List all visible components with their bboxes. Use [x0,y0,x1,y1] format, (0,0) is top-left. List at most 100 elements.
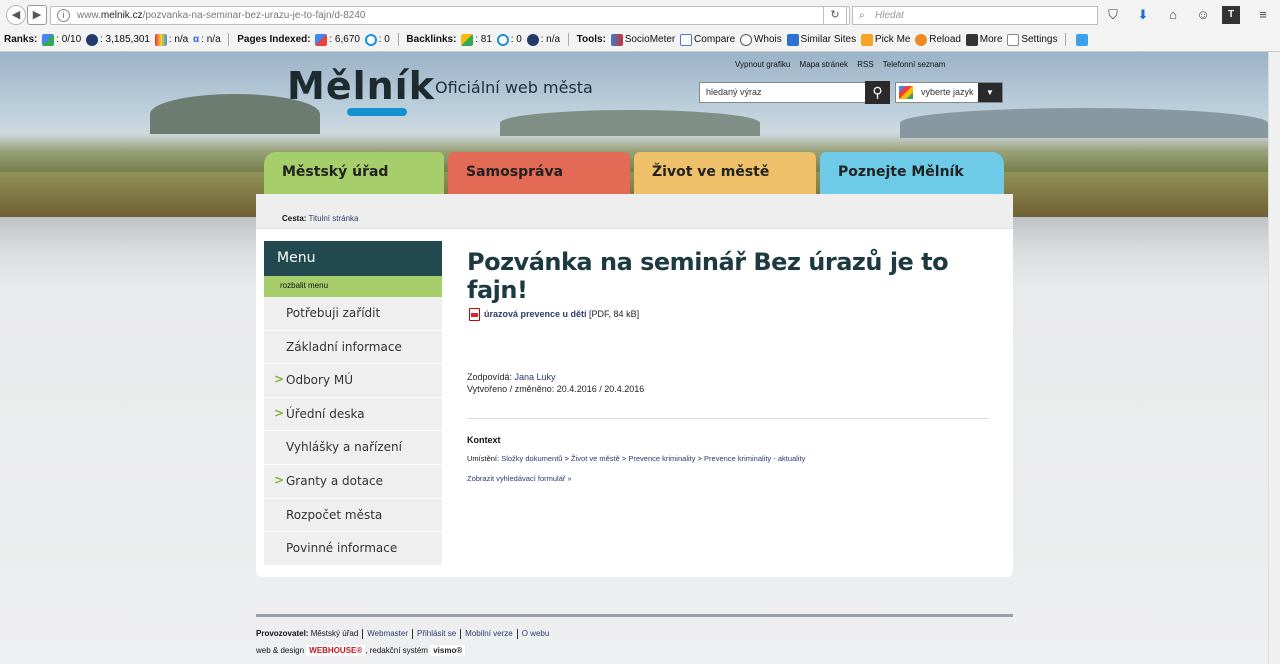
alexa-icon[interactable] [85,33,98,46]
rss-link[interactable]: RSS [857,60,873,69]
majestic-icon[interactable] [154,33,167,46]
google-backlinks-icon[interactable] [461,33,474,46]
menu-item-povinne-informace[interactable]: Povinné informace [264,532,442,566]
browser-search-input[interactable]: ⌕ Hledat [852,6,1098,25]
tab-label: Městský úřad [282,164,389,180]
phone-directory-link[interactable]: Telefonní seznam [883,60,946,69]
breadcrumb-home-link[interactable]: Titulní stránka [309,214,359,223]
location-path: Umístění: Složky dokumentů > Život ve mě… [467,454,806,463]
about-link[interactable]: O webu [522,629,550,638]
alpha-icon[interactable]: α [193,34,199,45]
tab-samosprava[interactable]: Samospráva [448,152,630,194]
info-icon[interactable]: i [57,9,70,22]
menu-item-rozpocet[interactable]: Rozpočet města [264,498,442,533]
footer-divider [256,614,1013,617]
whois-link[interactable]: Whois [754,34,782,45]
toolbar-extra-icon[interactable] [1076,33,1089,46]
mobile-version-link[interactable]: Mobilní verze [465,629,513,638]
responsible-label: Zodpovídá: [467,372,515,382]
similar-sites-icon[interactable] [786,33,799,46]
chevron-right-icon: > [274,472,285,487]
menu-item-odbory-mu[interactable]: > Odbory MÚ [264,364,442,398]
logo-text: Mělník [287,64,435,108]
site-search-input[interactable]: hledaný výraz [699,82,867,103]
alexa-backlinks-icon[interactable] [526,33,539,46]
whois-icon[interactable] [739,33,752,46]
search-button[interactable]: ⚲ [865,81,890,104]
tab-poznejte-melnik[interactable]: Poznejte Mělník [820,152,1004,194]
bing-index-value: : 0 [378,34,390,45]
show-search-form-link[interactable]: Zobrazit vyhledávací formulář » [467,474,572,483]
tab-mestsky-urad[interactable]: Městský úřad [264,152,444,194]
url-path: /pozvanka-na-seminar-bez-urazu-je-to-faj… [142,10,366,21]
vismo-link[interactable]: vismo® [430,645,466,656]
expand-menu-link[interactable]: rozbalit [280,281,306,290]
seo-toolbar: Ranks: : 0/10 : 3,185,301 : n/a α: n/a P… [4,33,1090,49]
operator-name: Městský úřad [308,629,359,639]
webhouse-link[interactable]: WEBHOUSE® [306,645,366,656]
logo-wave [347,108,407,116]
download-icon[interactable]: ⬇ [1134,6,1152,24]
system-text: , redakční systém [365,646,428,655]
dates: Vytvořeno / změněno: 20.4.2016 / 20.4.20… [467,384,645,394]
pick-me-link[interactable]: Pick Me [875,34,911,45]
webmaster-link[interactable]: Webmaster [367,629,408,638]
tab-label: Samospráva [466,164,564,180]
menu-item-vyhlasky[interactable]: Vyhlášky a nařízení [264,431,442,465]
home-icon[interactable]: ⌂ [1164,6,1182,24]
chevron-right-icon: > [274,405,285,420]
url-bar[interactable]: i www.melnik.cz/pozvanka-na-seminar-bez-… [50,6,850,25]
divider [467,418,989,419]
sociometer-link[interactable]: SocioMeter [625,34,676,45]
settings-icon[interactable] [1007,33,1020,46]
pocket-icon[interactable]: ⛉ [1104,6,1122,24]
reload-tool-icon[interactable] [915,33,928,46]
reload-tool-link[interactable]: Reload [929,34,961,45]
attachment-link[interactable]: úrazová prevence u dětí [484,309,587,319]
location-link[interactable]: Život ve městě [571,454,620,463]
compare-icon[interactable] [680,33,693,46]
alexa-value: : 3,185,301 [99,34,150,45]
similar-sites-link[interactable]: Similar Sites [801,34,857,45]
bing-backlinks-icon[interactable] [496,33,509,46]
responsible-link[interactable]: Jana Luky [515,372,556,382]
article-meta: Zodpovídá: Jana Luky Vytvořeno / změněno… [467,371,644,395]
pagerank-value: : 0/10 [56,34,82,45]
disable-graphics-link[interactable]: Vypnout grafiku [735,60,790,69]
pdf-icon [469,308,480,321]
forward-icon[interactable]: ▶ [27,5,47,25]
language-select[interactable]: vyberte jazyk ▼ [895,82,1003,103]
pick-me-icon[interactable] [860,33,873,46]
scrollbar[interactable] [1268,52,1280,664]
reload-icon[interactable]: ↻ [823,6,847,25]
menu-item-potrebuji-zaridit[interactable]: Potřebuji zařídit [264,297,442,331]
menu-item-zakladni-informace[interactable]: Základní informace [264,330,442,365]
login-link[interactable]: Přihlásit se [417,629,456,638]
location-link[interactable]: Prevence kriminality - aktuality [704,454,805,463]
location-link[interactable]: Složky dokumentů [501,454,562,463]
back-icon[interactable]: ◀ [6,5,26,25]
url-domain: melnik.cz [100,10,143,21]
google-index-icon[interactable] [315,33,328,46]
chevron-right-icon: > [274,372,285,387]
extension-icon[interactable]: T [1222,6,1240,24]
compare-link[interactable]: Compare [694,34,735,45]
alpha-value: : n/a [201,34,221,45]
sitemap-link[interactable]: Mapa stránek [800,60,848,69]
menu-icon[interactable]: ≡ [1254,6,1272,24]
location-link[interactable]: Prevence kriminality [628,454,695,463]
settings-link[interactable]: Settings [1021,34,1057,45]
chat-icon[interactable]: ☺ [1194,6,1212,24]
tab-zivot-ve-meste[interactable]: Život ve městě [634,152,816,194]
hill-shape [900,108,1268,138]
google-icon[interactable] [42,33,55,46]
sociometer-icon[interactable] [610,33,623,46]
bing-index-icon[interactable] [364,33,377,46]
more-icon[interactable] [965,33,978,46]
site-logo[interactable]: Mělník [287,64,435,116]
footer-credits: web & design WEBHOUSE®, redakční systém … [256,645,1013,656]
more-link[interactable]: More [980,34,1003,45]
menu-item-granty[interactable]: > Granty a dotace [264,464,442,499]
menu-item-uredni-deska[interactable]: > Úřední deska [264,397,442,432]
attachment: úrazová prevence u dětí [PDF, 84 kB] [469,308,639,321]
